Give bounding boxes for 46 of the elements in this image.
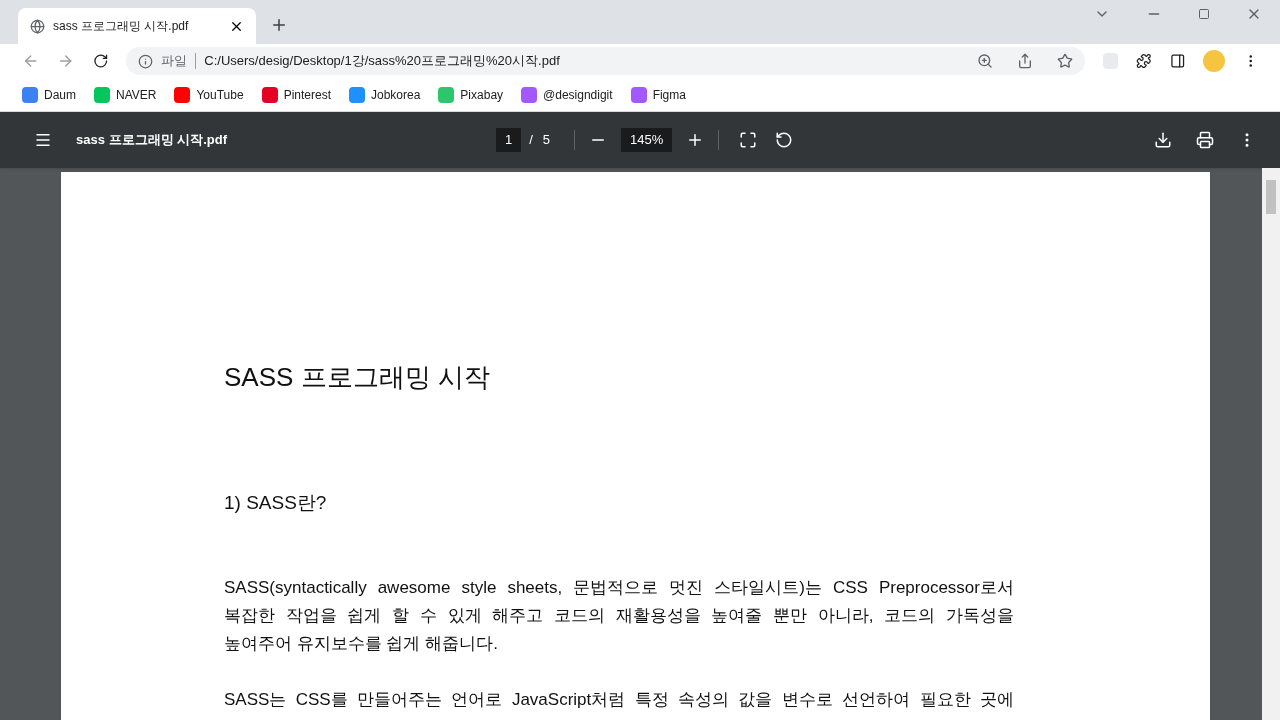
share-icon[interactable] xyxy=(1016,53,1033,69)
zoom-input[interactable]: 145% xyxy=(621,128,673,152)
bookmark-icon xyxy=(94,86,110,103)
bookmark-icon xyxy=(521,86,538,103)
bookmark-icon xyxy=(349,86,365,103)
reload-icon[interactable] xyxy=(92,53,109,69)
bookmark-link[interactable]: Daum xyxy=(44,85,76,104)
bookmark-icon xyxy=(438,86,455,103)
zoom-icon[interactable] xyxy=(976,53,993,69)
menu-icon[interactable] xyxy=(34,131,52,149)
address-bar[interactable]: 파일 C:/Users/desig/Desktop/1강/sass%20프로그래밍%20시작.pdf xyxy=(126,47,1085,75)
bookmark-icon xyxy=(630,86,647,103)
print-icon[interactable] xyxy=(1196,131,1214,149)
scheme-label: 파일 xyxy=(161,52,188,71)
maximize-icon[interactable] xyxy=(1198,8,1210,20)
page-separator: / xyxy=(529,131,533,150)
bookmark-icon xyxy=(22,86,38,103)
pdf-title: sass 프로그래밍 시작.pdf xyxy=(76,131,228,150)
paragraph: SASS는 CSS를 만들어주는 언어로 JavaScript처럼 특정 속성의 값을 변수로 선언하여 필요한 곳에 xyxy=(224,688,1014,711)
puzzle-icon[interactable] xyxy=(1136,53,1152,69)
globe-icon xyxy=(30,18,45,34)
download-icon[interactable] xyxy=(1154,131,1172,149)
new-tab-icon[interactable] xyxy=(270,16,288,34)
bookmark-link[interactable]: @designdigit xyxy=(543,85,613,104)
page-count: 5 xyxy=(542,131,551,150)
bookmark-link[interactable]: YouTube xyxy=(196,85,244,104)
bookmark-link[interactable]: Pinterest xyxy=(283,85,331,104)
bookmark-link[interactable]: Jobkorea xyxy=(371,85,421,104)
browser-tab[interactable]: sass 프로그래밍 시작.pdf xyxy=(18,8,256,44)
info-icon xyxy=(138,53,154,69)
bookmark-link[interactable]: Pixabay xyxy=(460,85,504,104)
star-icon[interactable] xyxy=(1056,53,1073,69)
bookmark-icon xyxy=(261,86,278,103)
side-panel-icon[interactable] xyxy=(1169,53,1186,69)
document-title: SASS 프로그래밍 시작 xyxy=(224,361,491,394)
rotate-icon[interactable] xyxy=(775,131,794,149)
bookmark-link[interactable]: Figma xyxy=(652,85,686,104)
bookmark-icon xyxy=(174,86,191,103)
fit-page-icon[interactable] xyxy=(739,131,758,149)
scrollbar[interactable] xyxy=(1262,168,1280,720)
page-input[interactable]: 1 xyxy=(496,128,522,152)
paragraph: SASS(syntactically awesome style sheets, 문법적으로 멋진 스타일시트)는 CSS Preprocessor로서 복잡한 작업을 쉽게 할 수 있게 해주고 코드의 재활용성을 높여줄 뿐만 아니라, 코드의 가독성을 높여주어 유지보수를 쉽게 해줍니다. xyxy=(224,576,1014,655)
tab-title: sass 프로그래밍 시작.pdf xyxy=(53,18,190,35)
section-heading: 1) SASS란? xyxy=(224,491,328,515)
bookmark-link[interactable]: NAVER xyxy=(116,85,157,104)
url-text: C:/Users/desig/Desktop/1강/sass%20프로그래밍%20시작.pdf xyxy=(204,52,561,71)
